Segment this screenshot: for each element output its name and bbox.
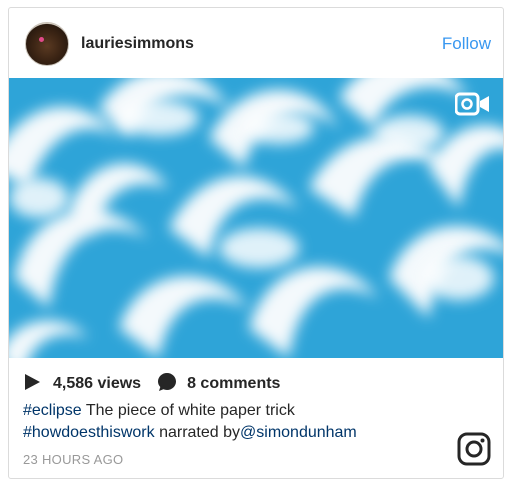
avatar-dot (39, 37, 44, 42)
follow-button[interactable]: Follow (442, 34, 491, 54)
instagram-logo-icon[interactable] (457, 432, 491, 466)
hashtag-eclipse[interactable]: #eclipse (23, 402, 82, 419)
caption-text-2: narrated by (154, 424, 241, 441)
caption-line-1: #eclipse The piece of white paper trick (23, 400, 463, 422)
post-header: lauriesimmons Follow (9, 8, 503, 78)
avatar[interactable] (25, 22, 69, 66)
video-camera-icon (455, 92, 491, 116)
comment-bubble-icon (157, 372, 177, 397)
play-icon (23, 373, 41, 396)
instagram-embed-card: lauriesimmons Follow 4,586 views 8 comme… (8, 7, 504, 479)
hashtag-howdoesthiswork[interactable]: #howdoesthiswork (23, 424, 155, 441)
mention-simondunham[interactable]: @simondunham (240, 424, 357, 441)
caption-text-1: The piece of white paper trick (81, 402, 295, 419)
video-thumbnail[interactable] (9, 78, 503, 358)
username[interactable]: lauriesimmons (81, 34, 194, 54)
post-stats: 4,586 views 8 comments (23, 372, 280, 397)
view-count: 4,586 views (53, 375, 142, 392)
comment-count[interactable]: 8 comments (187, 375, 280, 393)
post-caption: #eclipse The piece of white paper trick … (23, 400, 463, 444)
caption-line-2: #howdoesthiswork narrated by@simondunham (23, 422, 463, 444)
eclipse-crescents-image (9, 78, 503, 358)
post-timestamp[interactable]: 23 HOURS AGO (23, 452, 123, 468)
